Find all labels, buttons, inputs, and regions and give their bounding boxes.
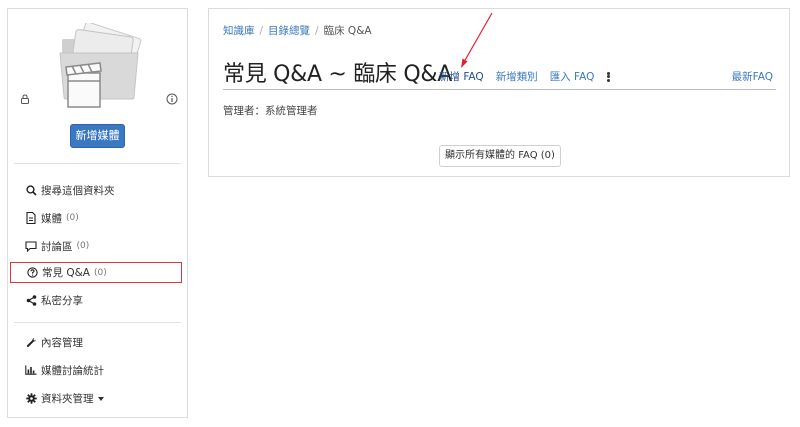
breadcrumb-separator: / xyxy=(315,24,319,37)
page-title: 常見 Q&A ~ 臨床 Q&A xyxy=(223,62,452,87)
breadcrumb: 知識庫 / 目錄總覽 / 臨床 Q&A xyxy=(223,23,372,38)
folder-media-icon xyxy=(59,23,142,108)
import-faq-link[interactable]: 匯入 FAQ xyxy=(550,69,595,84)
sidebar-item-count: (0) xyxy=(76,241,90,251)
question-circle-icon xyxy=(26,267,38,279)
sidebar-item-label: 私密分享 xyxy=(41,294,83,307)
sidebar-item-label: 討論區 xyxy=(41,240,73,253)
sidebar-item-label: 內容管理 xyxy=(41,336,83,349)
breadcrumb-current: 臨床 Q&A xyxy=(323,25,372,37)
sidebar: 新增媒體 搜尋這個資料夾 媒體 (0) 討論區 (0) 常見 Q&A (0) 私… xyxy=(7,8,188,418)
show-all-media-faq-button[interactable]: 顯示所有媒體的 FAQ (0) xyxy=(439,145,561,167)
sidebar-item-label: 資料夾管理 xyxy=(41,392,94,405)
file-icon xyxy=(25,212,37,224)
sidebar-item-count: (0) xyxy=(66,213,79,223)
faq-actions: 新增 FAQ 新增類別 匯入 FAQ xyxy=(439,69,610,84)
sidebar-item-search-folder[interactable]: 搜尋這個資料夾 xyxy=(10,179,182,201)
breadcrumb-link-knowledge-base[interactable]: 知識庫 xyxy=(223,23,255,38)
breadcrumb-separator: / xyxy=(259,24,264,37)
wrench-icon xyxy=(25,336,37,348)
sidebar-item-label: 媒體討論統計 xyxy=(41,364,104,377)
sidebar-item-forum[interactable]: 討論區 (0) xyxy=(10,235,182,257)
sidebar-item-media[interactable]: 媒體 (0) xyxy=(10,207,182,229)
add-faq-link[interactable]: 新增 FAQ xyxy=(439,69,484,84)
main-panel: 知識庫 / 目錄總覽 / 臨床 Q&A 常見 Q&A ~ 臨床 Q&A 新增 F… xyxy=(208,8,790,177)
add-category-link[interactable]: 新增類別 xyxy=(496,69,538,84)
sidebar-item-label: 媒體 xyxy=(41,212,62,225)
sidebar-item-folder-management[interactable]: 資料夾管理 xyxy=(10,387,182,409)
sidebar-item-label: 搜尋這個資料夾 xyxy=(41,184,115,197)
bar-chart-icon xyxy=(25,364,37,376)
caret-down-icon xyxy=(97,397,104,401)
add-media-button[interactable]: 新增媒體 xyxy=(70,124,125,148)
sidebar-item-private-share[interactable]: 私密分享 xyxy=(10,289,182,311)
search-icon xyxy=(25,184,37,196)
latest-faq-link[interactable]: 最新FAQ xyxy=(732,69,773,84)
sidebar-divider xyxy=(14,322,181,323)
lock-icon xyxy=(21,94,29,104)
info-icon[interactable] xyxy=(166,93,178,105)
breadcrumb-link-directory[interactable]: 目錄總覽 xyxy=(268,23,310,38)
manager-text: 管理者：系統管理者 xyxy=(223,105,318,117)
sidebar-item-media-stats[interactable]: 媒體討論統計 xyxy=(10,359,182,381)
title-divider xyxy=(223,89,776,90)
sidebar-divider xyxy=(14,163,181,164)
comment-icon xyxy=(25,240,37,252)
sidebar-item-content-management[interactable]: 內容管理 xyxy=(10,331,182,353)
gear-icon xyxy=(25,392,37,404)
sidebar-item-count: (0) xyxy=(93,267,107,278)
sidebar-item-label: 常見 Q&A xyxy=(42,267,90,279)
sidebar-item-faq[interactable]: 常見 Q&A (0) xyxy=(10,262,182,283)
more-options-icon[interactable] xyxy=(606,71,610,82)
share-icon xyxy=(25,294,37,306)
